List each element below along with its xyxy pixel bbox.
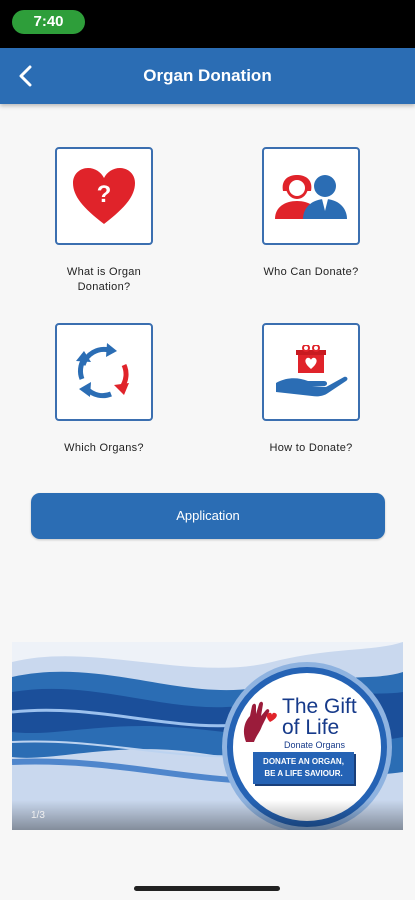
home-indicator[interactable] (134, 886, 280, 891)
svg-text:?: ? (97, 181, 112, 208)
tile-icon-box (262, 147, 360, 245)
refresh-cycle-icon (76, 343, 129, 399)
tile-icon-box (55, 323, 153, 421)
tile-icon-box: ? (55, 147, 153, 245)
banner-subtitle: Donate Organs (284, 740, 346, 750)
app-bar: Organ Donation (0, 48, 415, 104)
tile-label: Who Can Donate? (263, 266, 359, 278)
status-bar: 7:40 (0, 0, 415, 48)
banner-title-line2: of Life (282, 716, 340, 739)
tile-label: Which Organs? (64, 442, 144, 454)
tile-what-is-organ-donation[interactable]: ? What is Organ Donation? (44, 147, 164, 295)
tile-which-organs[interactable]: Which Organs? (44, 323, 164, 456)
banner-tagline: DONATE AN ORGAN, BE A LIFE SAVIOUR. (253, 752, 354, 784)
tile-who-can-donate[interactable]: Who Can Donate? (251, 147, 371, 280)
tile-label: What is Organ Donation? (66, 266, 142, 293)
banner-shade (12, 800, 403, 830)
back-button[interactable] (8, 58, 44, 94)
hand-heart-logo-icon (243, 701, 277, 742)
tile-how-to-donate[interactable]: How to Donate? (251, 323, 371, 456)
banner-tag-line2: BE A LIFE SAVIOUR. (264, 769, 343, 778)
carousel-page-indicator: 1/3 (31, 810, 45, 821)
banner-tag-line1: DONATE AN ORGAN, (263, 757, 344, 766)
banner-carousel[interactable]: The Gift of Life Donate Organs DONATE AN… (12, 642, 403, 830)
page-title: Organ Donation (143, 66, 272, 85)
people-icon (275, 175, 347, 219)
status-time: 7:40 (12, 10, 85, 34)
chevron-left-icon (19, 65, 32, 87)
application-button[interactable]: Application (31, 493, 385, 539)
tile-icon-box (262, 323, 360, 421)
tile-label: How to Donate? (269, 442, 353, 454)
heart-question-icon: ? (73, 168, 135, 224)
hand-gift-icon (276, 345, 348, 397)
